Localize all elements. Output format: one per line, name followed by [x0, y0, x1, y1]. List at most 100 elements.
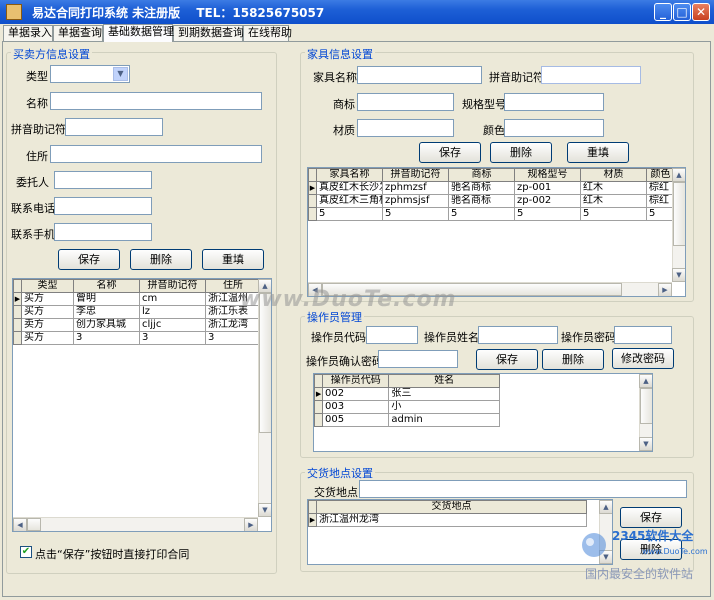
furniture-grid[interactable]: 家具名称 拼音助记符 商标 规格型号 材质 颜色 ▶ 真皮红木长沙发 zphmz… — [307, 167, 686, 297]
scroll-down-icon[interactable]: ▼ — [639, 437, 652, 451]
brand-input[interactable] — [357, 93, 454, 111]
cell[interactable]: 003 — [322, 400, 390, 414]
minimize-button[interactable]: _ — [654, 3, 672, 21]
table-row[interactable]: ▶ 浙江温州龙湾 — [308, 513, 587, 527]
address-input[interactable] — [50, 145, 262, 163]
operator-confirm-input[interactable] — [378, 350, 458, 368]
cell[interactable]: 棕红 — [646, 181, 675, 195]
scroll-down-icon[interactable]: ▼ — [672, 268, 685, 282]
column-header[interactable]: 姓名 — [388, 374, 500, 388]
cell[interactable]: cm — [139, 292, 206, 306]
cell[interactable]: 浙江温州龙湾 — [316, 513, 587, 527]
buyer-grid[interactable]: 类型 名称 拼音助记符 住所 ▶ 买方 曾明 cm 浙江温州 买方 李忠 lz … — [12, 278, 272, 532]
cell[interactable]: 李忠 — [73, 305, 140, 319]
column-header[interactable]: 名称 — [73, 279, 140, 293]
cell[interactable]: 5 — [448, 207, 515, 221]
tab-expiry-query[interactable]: 到期数据查询 — [173, 25, 244, 41]
furniture-name-input[interactable] — [357, 66, 482, 84]
buyer-refill-button[interactable]: 重填 — [202, 249, 264, 270]
cell[interactable]: 小 — [388, 400, 500, 414]
cell[interactable]: 驰名商标 — [448, 181, 515, 195]
cell[interactable]: admin — [388, 413, 500, 427]
table-row[interactable]: ▶ 真皮红木长沙发 zphmzsf 驰名商标 zp-001 红木 棕红 — [308, 181, 675, 195]
title-bar[interactable]: 易达合同打印系统 未注册版 TEL：15825675057 _ □ ✕ — [0, 0, 714, 24]
maximize-button[interactable]: □ — [673, 3, 691, 21]
scroll-thumb[interactable] — [259, 293, 271, 433]
operator-grid[interactable]: 操作员代码 姓名 ▶ 002 张三 003 小 005 admin ▲ ▼ — [313, 373, 653, 452]
buyer-name-input[interactable] — [50, 92, 262, 110]
cell[interactable]: 卖方 — [21, 318, 74, 332]
vertical-scrollbar[interactable]: ▲ ▼ — [672, 168, 685, 282]
table-row[interactable]: 005 admin — [314, 413, 500, 427]
model-input[interactable] — [504, 93, 604, 111]
cell[interactable]: 5 — [580, 207, 647, 221]
scroll-thumb[interactable] — [673, 182, 685, 246]
type-select[interactable]: ▼ — [50, 65, 130, 83]
operator-save-button[interactable]: 保存 — [476, 349, 538, 370]
vertical-scrollbar[interactable]: ▲ ▼ — [639, 374, 652, 451]
furniture-refill-button[interactable]: 重填 — [567, 142, 629, 163]
furniture-save-button[interactable]: 保存 — [419, 142, 481, 163]
scroll-right-icon[interactable]: ▶ — [244, 518, 258, 531]
table-row[interactable]: 买方 3 3 3 — [13, 331, 261, 345]
tab-online-help[interactable]: 在线帮助 — [243, 25, 292, 41]
scroll-right-icon[interactable]: ▶ — [658, 283, 672, 296]
table-row[interactable]: 5 5 5 5 5 5 — [308, 207, 675, 221]
operator-delete-button[interactable]: 删除 — [542, 349, 604, 370]
material-input[interactable] — [357, 119, 454, 137]
cell[interactable]: zphmsjsf — [382, 194, 449, 208]
column-header[interactable]: 类型 — [21, 279, 74, 293]
cell[interactable]: 真皮红木长沙发 — [316, 181, 383, 195]
cell[interactable]: 驰名商标 — [448, 194, 515, 208]
scroll-thumb[interactable] — [27, 518, 41, 531]
print-on-save-checkbox[interactable]: ✔ — [20, 546, 32, 558]
column-header[interactable]: 拼音助记符 — [139, 279, 206, 293]
table-row[interactable]: 买方 李忠 lz 浙江乐表 — [13, 305, 261, 319]
scroll-down-icon[interactable]: ▼ — [258, 503, 271, 517]
operator-code-input[interactable] — [366, 326, 418, 344]
change-password-button[interactable]: 修改密码 — [612, 348, 674, 369]
agent-input[interactable] — [54, 171, 152, 189]
furniture-delete-button[interactable]: 删除 — [490, 142, 552, 163]
cell[interactable]: 买方 — [21, 331, 74, 345]
scroll-up-icon[interactable]: ▲ — [672, 168, 685, 182]
cell[interactable]: 5 — [646, 207, 675, 221]
cell[interactable]: 曾明 — [73, 292, 140, 306]
tab-basic-data[interactable]: 基础数据管理 — [103, 24, 174, 42]
scroll-left-icon[interactable]: ◀ — [13, 518, 27, 531]
mobile-input[interactable] — [54, 223, 152, 241]
cell[interactable]: 5 — [514, 207, 581, 221]
column-header[interactable]: 材质 — [580, 168, 647, 182]
column-header[interactable]: 拼音助记符 — [382, 168, 449, 182]
cell[interactable]: 买方 — [21, 292, 74, 306]
buyer-save-button[interactable]: 保存 — [58, 249, 120, 270]
scroll-up-icon[interactable]: ▲ — [639, 374, 652, 388]
column-header[interactable]: 操作员代码 — [322, 374, 390, 388]
scroll-thumb[interactable] — [640, 388, 652, 424]
cell[interactable]: 3 — [73, 331, 140, 345]
table-row[interactable]: 003 小 — [314, 400, 500, 414]
cell[interactable]: 创力家具城 — [73, 318, 140, 332]
table-row[interactable]: ▶ 买方 曾明 cm 浙江温州 — [13, 292, 261, 306]
cell[interactable]: 棕红 — [646, 194, 675, 208]
column-header[interactable]: 规格型号 — [514, 168, 581, 182]
vertical-scrollbar[interactable]: ▲ ▼ — [258, 279, 271, 517]
column-header[interactable]: 商标 — [448, 168, 515, 182]
delivery-grid[interactable]: 交货地点 ▶ 浙江温州龙湾 ▲ ▼ — [307, 499, 613, 565]
operator-password-input[interactable] — [614, 326, 672, 344]
cell[interactable]: 5 — [382, 207, 449, 221]
chevron-down-icon[interactable]: ▼ — [113, 67, 128, 81]
table-row[interactable]: 卖方 创力家具城 cljjc 浙江龙湾 — [13, 318, 261, 332]
table-row[interactable]: ▶ 002 张三 — [314, 387, 500, 401]
column-header[interactable]: 家具名称 — [316, 168, 383, 182]
cell[interactable]: 红木 — [580, 194, 647, 208]
cell[interactable]: 真皮红木三角柜 — [316, 194, 383, 208]
tab-document-entry[interactable]: 单据录入 — [3, 25, 53, 41]
column-header[interactable]: 交货地点 — [316, 500, 587, 514]
cell[interactable]: 5 — [316, 207, 383, 221]
cell[interactable]: 张三 — [388, 387, 500, 401]
delivery-place-input[interactable] — [359, 480, 687, 498]
table-row[interactable]: 真皮红木三角柜 zphmsjsf 驰名商标 zp-002 红木 棕红 — [308, 194, 675, 208]
tab-document-query[interactable]: 单据查询 — [53, 25, 103, 41]
cell[interactable]: 3 — [139, 331, 206, 345]
